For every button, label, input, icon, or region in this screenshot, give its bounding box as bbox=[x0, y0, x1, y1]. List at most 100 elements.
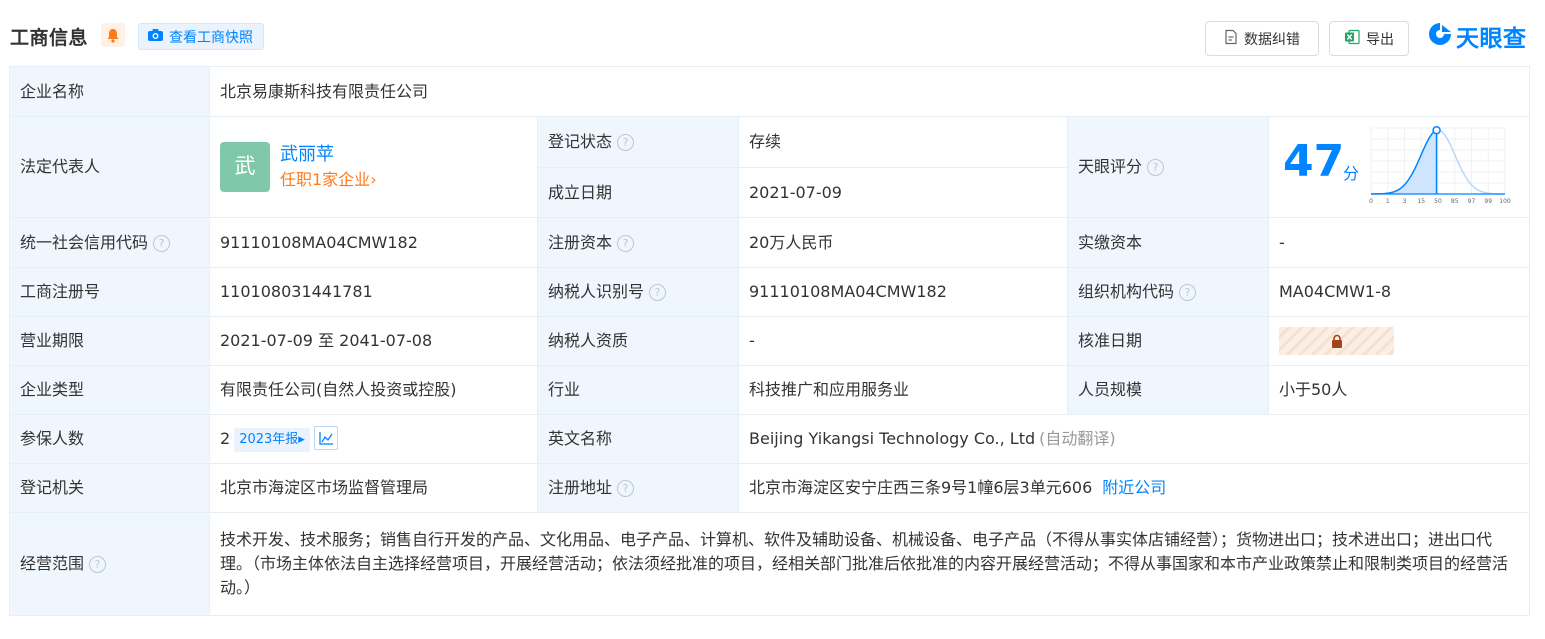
reg-address-cell: 北京市海淀区安宁庄西三条9号1幢6层3单元606 附近公司 bbox=[737, 463, 1531, 513]
insured-value: 2 bbox=[220, 429, 231, 448]
question-circle-icon[interactable]: ? bbox=[153, 234, 171, 252]
chart-tick-label: 50 bbox=[1434, 198, 1442, 205]
export-button[interactable]: 导出 bbox=[1329, 21, 1409, 56]
credit-code-label-cell: 统一社会信用代码? bbox=[9, 217, 210, 268]
approval-date-label: 核准日期 bbox=[1067, 316, 1269, 366]
chart-tick-label: 97 bbox=[1468, 198, 1476, 205]
credit-code-value: 91110108MA04CMW182 bbox=[209, 217, 538, 268]
table-row: 参保人数 2 2023年报▸ 英文名称 Beijing Yikangsi Tech… bbox=[9, 414, 1531, 464]
biz-scope-label-cell: 经营范围? bbox=[9, 512, 210, 616]
industry-value: 科技推广和应用服务业 bbox=[738, 365, 1068, 415]
legal-rep-name-link[interactable]: 武丽苹 bbox=[280, 142, 377, 168]
annual-report-label: 2023年报 bbox=[239, 432, 299, 447]
chart-tick-label: 100 bbox=[1499, 198, 1511, 205]
tianyan-score-label-cell: 天眼评分? bbox=[1067, 116, 1269, 218]
reg-authority-label: 登记机关 bbox=[9, 463, 210, 513]
staff-size-value: 小于50人 bbox=[1267, 365, 1531, 415]
data-correct-button[interactable]: 数据纠错 bbox=[1205, 21, 1319, 56]
view-snapshot-button[interactable]: 查看工商快照 bbox=[138, 23, 264, 50]
tianyancha-logo: 天眼查 bbox=[1427, 20, 1527, 52]
reg-capital-label-cell: 注册资本? bbox=[537, 217, 739, 268]
question-circle-icon[interactable]: ? bbox=[649, 284, 667, 301]
caret-right-icon: ▸ bbox=[298, 432, 305, 447]
document-edit-icon bbox=[1224, 29, 1238, 49]
english-name-cell: Beijing Yikangsi Technology Co., Ltd (自动翻… bbox=[737, 414, 1531, 464]
reg-number-label: 工商注册号 bbox=[9, 267, 210, 317]
camera-icon bbox=[147, 28, 164, 46]
found-date-value: 2021-07-09 bbox=[738, 167, 1068, 218]
reg-status-value: 存续 bbox=[738, 116, 1068, 168]
found-date-label: 成立日期 bbox=[537, 167, 739, 218]
chart-tick-label: 0 bbox=[1369, 198, 1373, 205]
legal-rep-cell: 武 武丽苹 任职1家企业› bbox=[209, 116, 538, 218]
insured-label: 参保人数 bbox=[9, 414, 210, 464]
chart-tick-label: 85 bbox=[1451, 198, 1459, 205]
company-type-label: 企业类型 bbox=[9, 365, 210, 415]
bell-icon[interactable] bbox=[101, 23, 125, 47]
logo-mark-icon bbox=[1427, 21, 1453, 51]
reg-address-label: 注册地址 bbox=[548, 478, 613, 497]
trend-chart-icon[interactable] bbox=[313, 426, 338, 450]
question-circle-icon[interactable]: ? bbox=[617, 480, 635, 497]
data-correct-label: 数据纠错 bbox=[1244, 31, 1300, 48]
table-row: 登记机关 北京市海淀区市场监督管理局 注册地址? 北京市海淀区安宁庄西三条9号1… bbox=[9, 463, 1531, 513]
logo-text: 天眼查 bbox=[1456, 26, 1527, 52]
locked-value-badge[interactable] bbox=[1279, 327, 1394, 355]
biz-term-value: 2021-07-09 至 2041-07-08 bbox=[209, 316, 538, 366]
table-row: 营业期限 2021-07-09 至 2041-07-08 纳税人资质 - 核准日… bbox=[9, 316, 1531, 366]
reg-capital-label: 注册资本 bbox=[548, 232, 613, 252]
reg-status-label-cell: 登记状态? bbox=[537, 116, 739, 168]
question-circle-icon[interactable]: ? bbox=[617, 234, 635, 252]
annual-report-badge[interactable]: 2023年报▸ bbox=[234, 428, 310, 452]
biz-scope-value: 技术开发、技术服务；销售自行开发的产品、文化用品、电子产品、计算机、软件及辅助设… bbox=[208, 512, 1531, 616]
reg-status-label: 登记状态 bbox=[548, 132, 613, 151]
approval-date-cell bbox=[1267, 316, 1531, 366]
nearby-companies-link[interactable]: 附近公司 bbox=[1102, 478, 1166, 497]
biz-term-label: 营业期限 bbox=[9, 316, 210, 366]
legal-rep-positions-link[interactable]: 任职1家企业› bbox=[280, 168, 377, 192]
tianyan-score-unit: 分 bbox=[1343, 164, 1360, 183]
org-code-value: MA04CMW1-8 bbox=[1267, 267, 1531, 317]
reg-address-value: 北京市海淀区安宁庄西三条9号1幢6层3单元606 bbox=[749, 478, 1093, 497]
paid-capital-value: - bbox=[1267, 217, 1531, 268]
tianyan-score-number: 47 bbox=[1283, 136, 1345, 187]
table-row: 企业类型 有限责任公司(自然人投资或控股) 行业 科技推广和应用服务业 人员规模… bbox=[9, 365, 1531, 415]
auto-translate-note: (自动翻译) bbox=[1039, 429, 1116, 448]
chart-tick-label: 1 bbox=[1386, 198, 1390, 205]
legal-rep-label: 法定代表人 bbox=[9, 116, 210, 218]
taxpayer-qual-value: - bbox=[738, 316, 1068, 366]
company-type-value: 有限责任公司(自然人投资或控股) bbox=[209, 365, 538, 415]
english-name-label: 英文名称 bbox=[537, 414, 739, 464]
biz-scope-label: 经营范围 bbox=[20, 554, 85, 573]
question-circle-icon[interactable]: ? bbox=[1147, 159, 1165, 176]
org-code-label: 组织机构代码 bbox=[1078, 282, 1175, 301]
legal-rep-positions-label: 任职1家企业 bbox=[280, 170, 371, 189]
table-row: 经营范围? 技术开发、技术服务；销售自行开发的产品、文化用品、电子产品、计算机、… bbox=[9, 512, 1531, 616]
question-circle-icon[interactable]: ? bbox=[89, 556, 107, 573]
section-header: 工商信息 查看工商快照 数据纠错 导出 天眼查 bbox=[0, 0, 1545, 66]
avatar[interactable]: 武 bbox=[220, 142, 270, 192]
business-info-table: 企业名称 北京易康斯科技有限责任公司 法定代表人 武 武丽苹 任职1家企业› 登… bbox=[9, 66, 1531, 616]
tianyan-score-label: 天眼评分 bbox=[1078, 157, 1143, 176]
staff-size-label: 人员规模 bbox=[1067, 365, 1269, 415]
credit-code-label: 统一社会信用代码 bbox=[20, 232, 149, 252]
taxpayer-id-label-cell: 纳税人识别号? bbox=[537, 267, 739, 317]
tianyan-score-cell[interactable]: 47 分 0 1 3 15 50 85 97 99 100 bbox=[1267, 116, 1531, 218]
taxpayer-qual-label: 纳税人资质 bbox=[537, 316, 739, 366]
excel-icon bbox=[1344, 29, 1360, 49]
lock-icon bbox=[1331, 334, 1342, 348]
question-circle-icon[interactable]: ? bbox=[617, 134, 635, 151]
chevron-right-icon: › bbox=[370, 170, 377, 189]
org-code-label-cell: 组织机构代码? bbox=[1067, 267, 1269, 317]
company-name-value: 北京易康斯科技有限责任公司 bbox=[208, 66, 1531, 117]
reg-address-label-cell: 注册地址? bbox=[537, 463, 739, 513]
section-title: 工商信息 bbox=[10, 27, 89, 49]
table-row: 工商注册号 110108031441781 纳税人识别号? 91110108MA… bbox=[9, 267, 1531, 317]
reg-authority-value: 北京市海淀区市场监督管理局 bbox=[209, 463, 538, 513]
company-name-label: 企业名称 bbox=[9, 66, 210, 117]
table-row: 法定代表人 武 武丽苹 任职1家企业› 登记状态? 存续 天眼评分? 47 分 … bbox=[9, 116, 1531, 218]
question-circle-icon[interactable]: ? bbox=[1179, 284, 1197, 301]
view-snapshot-label: 查看工商快照 bbox=[169, 29, 253, 46]
reg-capital-value: 20万人民币 bbox=[738, 217, 1068, 268]
paid-capital-label: 实缴资本 bbox=[1067, 217, 1269, 268]
